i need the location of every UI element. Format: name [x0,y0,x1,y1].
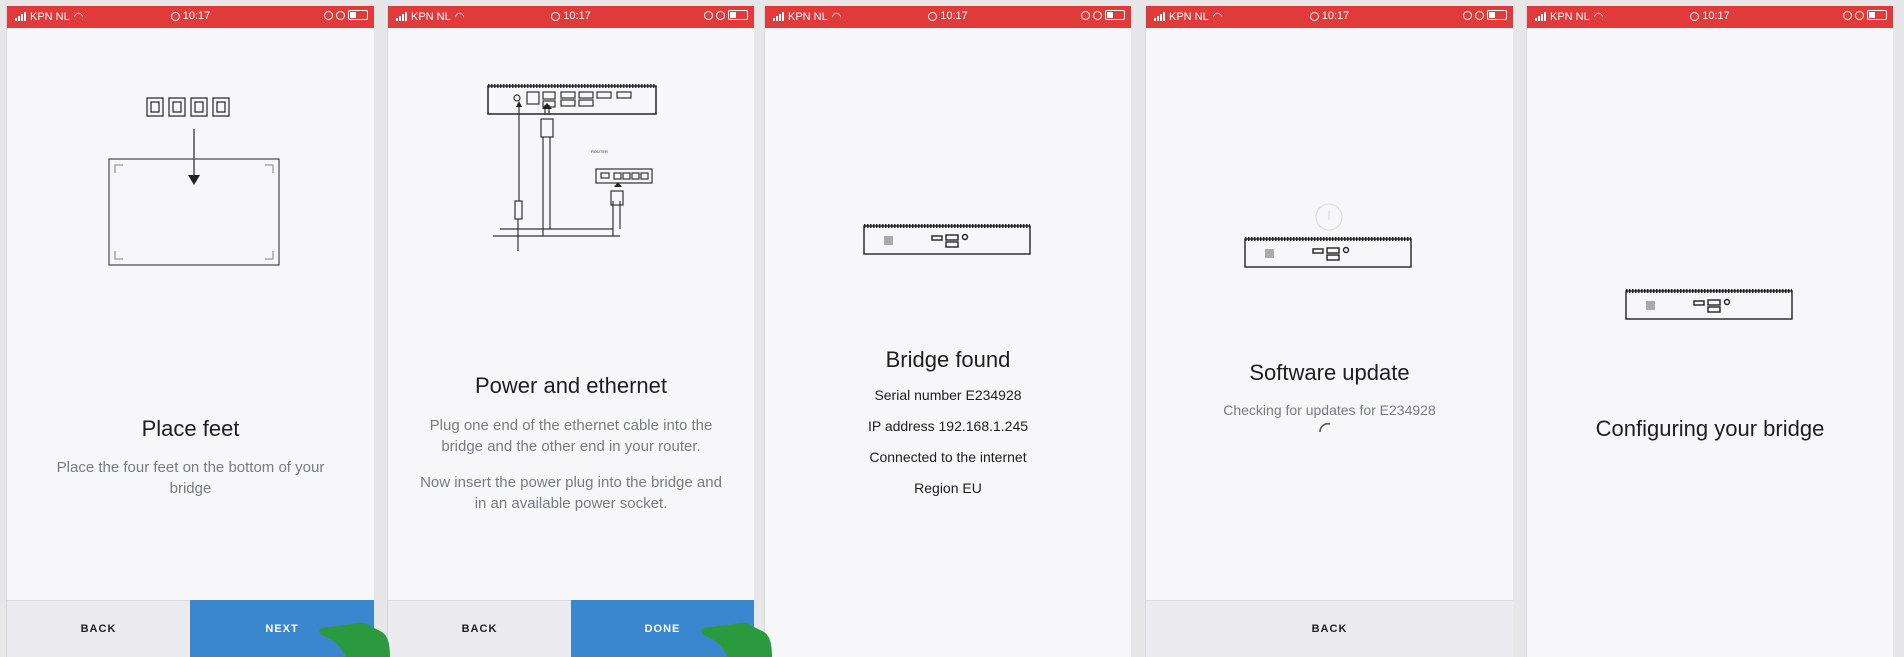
alarm-icon [1093,10,1102,20]
location-icon [551,11,561,21]
page-title: Place feet [141,416,240,441]
battery-icon [348,10,368,20]
battery-icon [1105,10,1125,20]
back-button[interactable]: BACK [1146,600,1513,657]
battery-icon [1867,10,1887,20]
update-status-text: Checking for updates for E234928 [1223,402,1436,418]
page-title: Software update [1249,360,1410,385]
screen-place-feet: KPN NL ◠ 10:17 Place feet Place the four … [6,6,374,657]
cable-illustration: ROUTER [487,84,657,251]
back-button[interactable]: BACK [388,600,571,657]
screen-configuring: KPN NL ◠ 10:17 Configuring your bridge [1526,6,1893,657]
status-bar: KPN NL ◠ 10:17 [388,6,754,28]
page-title: Configuring your bridge [1595,416,1825,441]
router-label: ROUTER [591,149,608,154]
bridge-device-illustration [863,224,1031,255]
status-bar: KPN NL ◠ 10:17 [7,6,374,28]
back-button[interactable]: BACK [7,600,190,657]
tap-hand-icon [319,622,390,657]
feet-illustration [108,97,280,266]
internet-status-text: Connected to the internet [869,449,1027,465]
lock-rotation-icon [324,10,333,20]
clock-time: 10:17 [563,10,591,22]
screen-software-update: KPN NL ◠ 10:17 Software update Checking f… [1145,6,1513,657]
clock-time: 10:17 [182,10,211,22]
loading-spinner-icon [1319,422,1331,433]
alarm-icon [1855,10,1864,20]
clock-time: 10:17 [1702,10,1730,22]
update-circle-icon [1315,203,1343,231]
bridge-device-illustration [1625,289,1793,320]
location-icon [1690,11,1700,21]
battery-icon [728,10,748,20]
status-bar: KPN NL ◠ 10:17 [765,6,1131,28]
battery-icon [1487,10,1507,20]
lock-rotation-icon [1843,10,1852,20]
status-bar: KPN NL ◠ 10:17 [1146,6,1513,28]
page-title: Bridge found [885,347,1011,372]
alarm-icon [336,10,345,20]
instruction-text: Place the four feet on the bottom of you… [56,459,325,497]
status-bar: KPN NL ◠ 10:17 [1527,6,1893,28]
clock-time: 10:17 [1321,10,1350,22]
clock-time: 10:17 [940,10,968,22]
location-icon [1309,11,1319,21]
alarm-icon [1475,10,1484,20]
tap-hand-icon [701,622,772,657]
ip-address-text: IP address 192.168.1.245 [867,418,1029,434]
alarm-icon [716,10,725,20]
page-title: Power and ethernet [474,373,668,398]
screen-power-ethernet: KPN NL ◠ 10:17 ROUTER Power and ethernet… [387,6,754,657]
instruction-text-power: Now insert the power plug into the bridg… [420,474,722,512]
location-icon [170,11,180,21]
lock-rotation-icon [704,10,713,20]
lock-rotation-icon [1081,10,1090,20]
screen-bridge-found: KPN NL ◠ 10:17 Bridge found Serial number… [764,6,1131,657]
bridge-device-illustration [1244,237,1412,268]
lock-rotation-icon [1463,10,1472,20]
serial-number-text: Serial number E234928 [874,387,1022,403]
region-text: Region EU [914,480,982,496]
location-icon [928,11,938,21]
instruction-text-ethernet: Plug one end of the ethernet cable into … [429,417,713,455]
